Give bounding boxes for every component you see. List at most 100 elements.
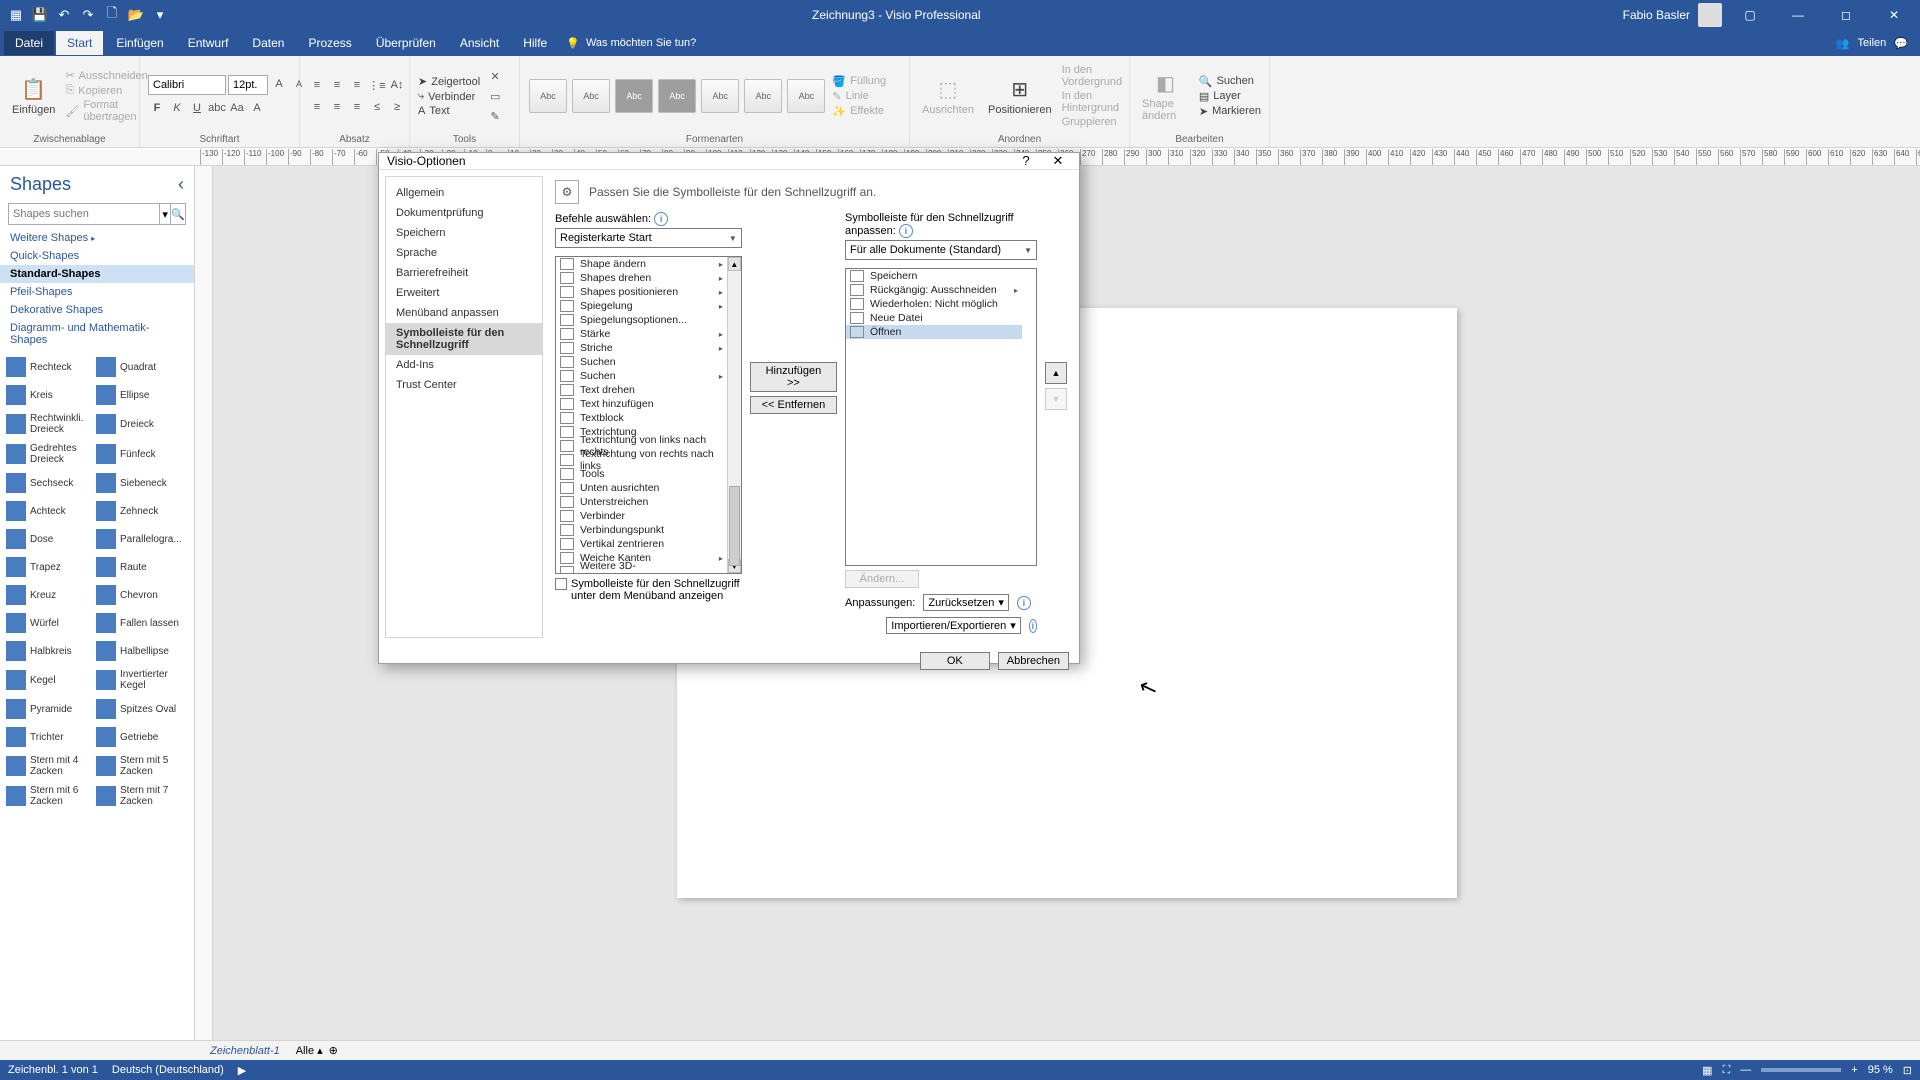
list-item[interactable]: Speichern	[846, 269, 1022, 283]
sheet-add-icon[interactable]: ⊕	[329, 1044, 338, 1057]
add-button[interactable]: Hinzufügen >>	[750, 362, 837, 392]
align-button[interactable]: ⬚Ausrichten	[918, 75, 978, 118]
line-button[interactable]: ✎Linie	[832, 90, 886, 103]
style-1[interactable]: Abc	[529, 79, 567, 113]
dialog-close-icon[interactable]: ✕	[1045, 153, 1071, 169]
shape-item[interactable]: Parallelogra...	[94, 525, 184, 553]
strike-icon[interactable]: abc	[208, 99, 226, 117]
left-scrollbar[interactable]: ▲ ▼	[727, 257, 741, 573]
shape-item[interactable]: Rechteck	[4, 353, 94, 381]
macro-icon[interactable]: ▶	[238, 1064, 246, 1077]
case-icon[interactable]: Aa	[228, 99, 246, 117]
shape-item[interactable]: Invertierter Kegel	[94, 665, 184, 695]
italic-icon[interactable]: K	[168, 99, 186, 117]
list-item[interactable]: Text drehen	[556, 383, 727, 397]
indent-inc-icon[interactable]: ≥	[388, 98, 406, 116]
tab-ueberpruefen[interactable]: Überprüfen	[365, 31, 447, 55]
send-back-button[interactable]: In den Hintergrund	[1062, 90, 1123, 114]
dialog-nav-item[interactable]: Speichern	[386, 223, 542, 243]
tab-datei[interactable]: Datei	[4, 31, 54, 55]
fit-page-icon[interactable]: ⊡	[1903, 1064, 1912, 1077]
paste-button[interactable]: 📋Einfügen	[8, 75, 59, 118]
open-icon[interactable]: 📂	[126, 5, 146, 25]
redo-icon[interactable]: ↷	[78, 5, 98, 25]
shape-item[interactable]: Stern mit 4 Zacken	[4, 751, 94, 781]
search-go-icon[interactable]: 🔍	[171, 203, 186, 225]
dialog-nav-item[interactable]: Symbolleiste für den Schnellzugriff	[386, 323, 542, 355]
shape-item[interactable]: Halbkreis	[4, 637, 94, 665]
shape-item[interactable]: Kreis	[4, 381, 94, 409]
change-shape-button[interactable]: ◧Shape ändern	[1138, 69, 1193, 124]
indent-dec-icon[interactable]: ≤	[368, 98, 386, 116]
pointer-tool[interactable]: ➤Zeigertool	[418, 75, 480, 88]
shape-item[interactable]: Halbellipse	[94, 637, 184, 665]
tab-start[interactable]: Start	[56, 31, 103, 55]
list-item[interactable]: Spiegelung▸	[556, 299, 727, 313]
align-bot-icon[interactable]: ≡	[348, 76, 366, 94]
collapse-icon[interactable]: ‹	[178, 174, 184, 195]
available-commands-list[interactable]: Shape ändern▸Shapes drehen▸Shapes positi…	[555, 256, 742, 574]
search-dropdown-icon[interactable]: ▾	[160, 203, 171, 225]
shape-item[interactable]: Raute	[94, 553, 184, 581]
tab-ansicht[interactable]: Ansicht	[449, 31, 510, 55]
info-icon[interactable]: i	[1017, 596, 1031, 610]
shape-item[interactable]: Zehneck	[94, 497, 184, 525]
shape-item[interactable]: Sechseck	[4, 469, 94, 497]
scroll-up-icon[interactable]: ▲	[728, 257, 741, 271]
position-button[interactable]: ⊞Positionieren	[984, 75, 1056, 118]
bold-icon[interactable]: F	[148, 99, 166, 117]
dialog-nav-item[interactable]: Sprache	[386, 243, 542, 263]
tab-hilfe[interactable]: Hilfe	[512, 31, 558, 55]
qat-commands-list[interactable]: SpeichernRückgängig: Ausschneiden▸Wieder…	[845, 268, 1037, 566]
undo-icon[interactable]: ↶	[54, 5, 74, 25]
shape-item[interactable]: Ellipse	[94, 381, 184, 409]
dialog-nav-item[interactable]: Erweitert	[386, 283, 542, 303]
list-item[interactable]: Striche▸	[556, 341, 727, 355]
bullets-icon[interactable]: ⋮≡	[368, 76, 386, 94]
sheet-all[interactable]: Alle ▴	[296, 1044, 323, 1057]
ok-button[interactable]: OK	[920, 652, 990, 670]
list-item[interactable]: Stärke▸	[556, 327, 727, 341]
style-6[interactable]: Abc	[744, 79, 782, 113]
list-item[interactable]: Textblock	[556, 411, 727, 425]
info-icon[interactable]: i	[1029, 619, 1037, 633]
status-lang[interactable]: Deutsch (Deutschland)	[112, 1064, 224, 1076]
import-export-button[interactable]: Importieren/Exportieren ▾	[886, 617, 1020, 634]
shape-item[interactable]: Pyramide	[4, 695, 94, 723]
commands-from-combo[interactable]: Registerkarte Start▼	[555, 228, 742, 248]
dialog-nav-item[interactable]: Allgemein	[386, 183, 542, 203]
underline-icon[interactable]: U	[188, 99, 206, 117]
xtool-icon[interactable]: ✕	[486, 67, 504, 85]
view-presentation-icon[interactable]: ▦	[1702, 1064, 1712, 1077]
list-item[interactable]: Wiederholen: Nicht möglich	[846, 297, 1022, 311]
shape-item[interactable]: Chevron	[94, 581, 184, 609]
format-painter-button[interactable]: 🖌Format übertragen	[65, 99, 147, 123]
shapes-search-input[interactable]	[8, 203, 160, 225]
shape-item[interactable]: Achteck	[4, 497, 94, 525]
customize-for-combo[interactable]: Für alle Dokumente (Standard)▼	[845, 240, 1037, 260]
shape-item[interactable]: Fünfeck	[94, 439, 184, 469]
copy-button[interactable]: ⎘Kopieren	[65, 84, 147, 97]
share-button[interactable]: Teilen	[1858, 37, 1887, 49]
tell-me[interactable]: 💡 Was möchten Sie tun?	[560, 37, 696, 50]
free-tool-icon[interactable]: ✎	[486, 107, 504, 125]
text-tool[interactable]: AText	[418, 105, 480, 117]
tab-daten[interactable]: Daten	[241, 31, 295, 55]
info-icon[interactable]: i	[654, 212, 668, 226]
dialog-nav-item[interactable]: Add-Ins	[386, 355, 542, 375]
shapes-cat[interactable]: Diagramm- und Mathematik-Shapes	[0, 319, 194, 349]
avatar[interactable]	[1698, 3, 1722, 27]
shape-item[interactable]: Gedrehtes Dreieck	[4, 439, 94, 469]
shape-styles-gallery[interactable]: Abc Abc Abc Abc Abc Abc Abc	[528, 78, 826, 114]
zoom-value[interactable]: 95 %	[1868, 1064, 1893, 1076]
list-item[interactable]: Shapes positionieren▸	[556, 285, 727, 299]
align-right-icon[interactable]: ≡	[348, 98, 366, 116]
list-item[interactable]: Unterstreichen	[556, 495, 727, 509]
font-color-icon[interactable]: A	[248, 99, 266, 117]
shape-item[interactable]: Fallen lassen	[94, 609, 184, 637]
bring-front-button[interactable]: In den Vordergrund	[1062, 64, 1123, 88]
dialog-nav-item[interactable]: Menüband anpassen	[386, 303, 542, 323]
zoom-out-icon[interactable]: —	[1740, 1064, 1751, 1076]
show-below-ribbon-checkbox[interactable]: Symbolleiste für den Schnellzugriff unte…	[555, 574, 742, 602]
shape-item[interactable]: Getriebe	[94, 723, 184, 751]
